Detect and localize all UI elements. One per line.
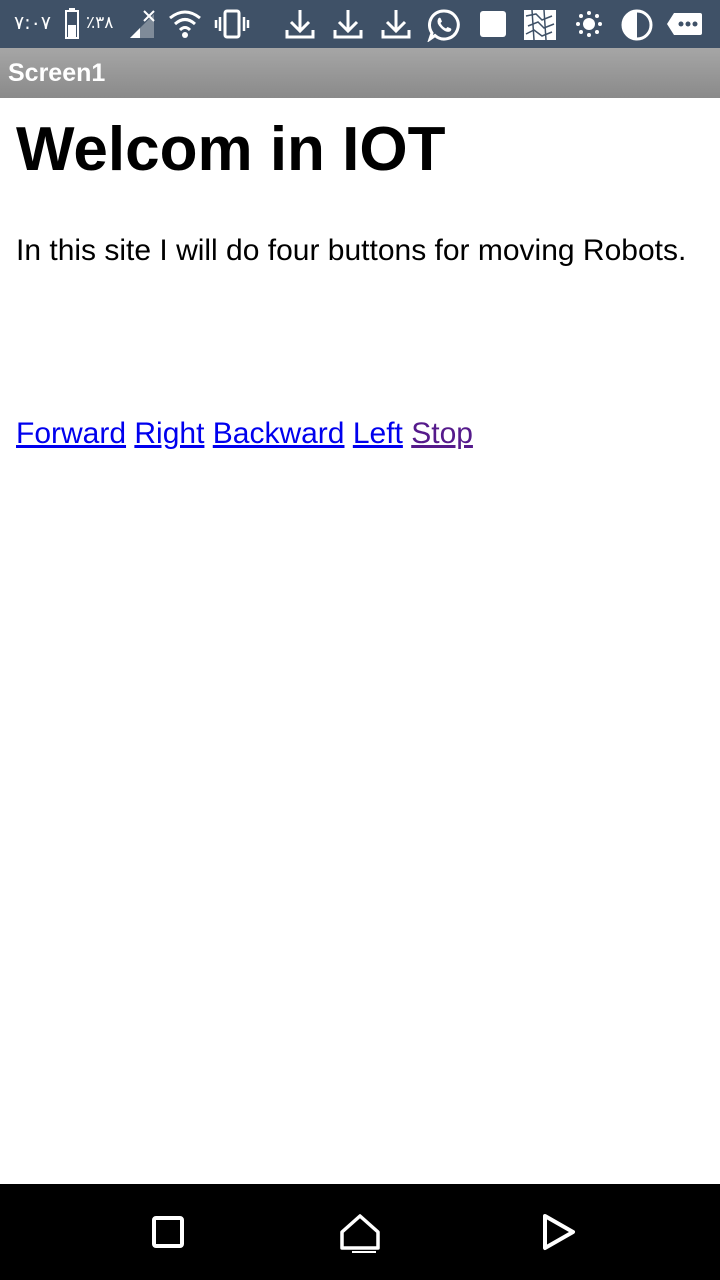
night-mode-icon: [621, 9, 653, 41]
download-icon: [285, 10, 315, 39]
map-notification-icon: [524, 9, 556, 41]
vibrate-icon: [214, 9, 250, 39]
navigation-bar: [0, 1184, 720, 1280]
square-notification-icon: [480, 11, 506, 37]
home-icon[interactable]: [338, 1210, 382, 1254]
battery-percent: ٪۳۸: [86, 13, 114, 33]
battery-icon: [65, 8, 79, 39]
download-icon: [381, 10, 411, 39]
download-icon: [333, 10, 363, 39]
status-bar: ۷:۰۷ ٪۳۸: [0, 0, 720, 48]
wifi-icon: [169, 10, 201, 38]
whatsapp-icon: [427, 9, 460, 42]
right-link[interactable]: Right: [134, 417, 204, 450]
intro-paragraph: In this site I will do four buttons for …: [16, 234, 687, 267]
left-link[interactable]: Left: [353, 417, 403, 450]
recents-icon[interactable]: [146, 1210, 190, 1254]
brightness-icon: [576, 11, 602, 37]
back-icon[interactable]: [536, 1210, 580, 1254]
status-time: ۷:۰۷: [14, 12, 52, 34]
robot-control-links: Forward Right Backward Left Stop: [16, 414, 473, 454]
no-signal-icon: [130, 10, 155, 38]
more-notifications-icon: [667, 13, 702, 35]
page-heading: Welcom in IOT: [16, 115, 446, 184]
app-title: Screen1: [8, 59, 106, 87]
app-title-bar: Screen1: [0, 48, 720, 98]
stop-link[interactable]: Stop: [411, 417, 473, 450]
backward-link[interactable]: Backward: [213, 417, 345, 450]
forward-link[interactable]: Forward: [16, 417, 126, 450]
